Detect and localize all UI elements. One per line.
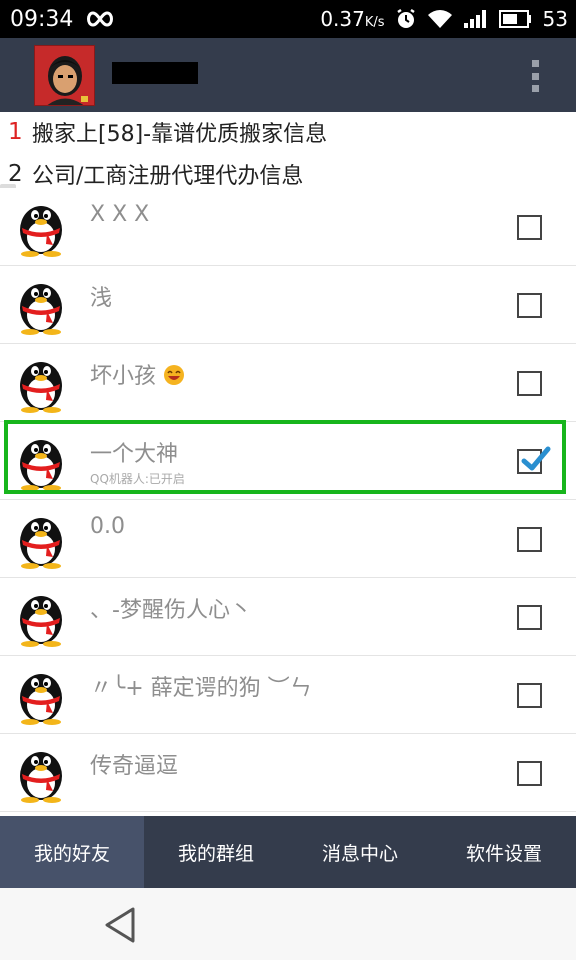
select-checkbox[interactable] [517, 605, 542, 630]
list-item[interactable]: 〃╰+ 薛定谔的狗 ︶ㄣ [0, 656, 576, 734]
robot-status: QQ机器人:已开启 [90, 472, 185, 486]
penguin-avatar-icon [20, 362, 62, 413]
select-checkbox[interactable] [517, 683, 542, 708]
penguin-avatar-icon [20, 752, 62, 803]
tab-my-groups[interactable]: 我的群组 [144, 816, 288, 888]
tab-message-center[interactable]: 消息中心 [288, 816, 432, 888]
list-item[interactable]: 传奇逼逗 [0, 734, 576, 812]
status-bar: 09:34 0.37K/s 53 [0, 0, 576, 38]
net-speed: 0.37K/s [320, 7, 384, 31]
alarm-clock-icon [395, 8, 417, 30]
tab-software-settings[interactable]: 软件设置 [432, 816, 576, 888]
select-checkbox[interactable] [517, 293, 542, 318]
back-triangle-icon[interactable] [103, 905, 137, 945]
overflow-menu-icon[interactable] [528, 60, 542, 92]
ad-text: 公司/工商注册代理代办信息 [32, 164, 304, 189]
contact-name: 传奇逼逗 [90, 754, 179, 779]
system-nav-bar [0, 888, 576, 960]
select-checkbox[interactable] [517, 761, 542, 786]
select-checkbox[interactable] [517, 527, 542, 552]
clock-text: 09:34 [10, 6, 74, 32]
penguin-avatar-icon [20, 674, 62, 725]
tab-my-friends[interactable]: 我的好友 [0, 816, 144, 888]
avatar[interactable] [34, 45, 95, 106]
net-speed-unit: K/s [364, 15, 385, 30]
contact-name: 一个大神 [90, 442, 179, 467]
penguin-avatar-icon [20, 518, 62, 569]
contact-name: 坏小孩 [90, 358, 185, 390]
penguin-avatar-icon [20, 440, 62, 491]
ad-list: 1 搬家上[58]-靠谱优质搬家信息 2 公司/工商注册代理代办信息 [0, 112, 576, 198]
list-item[interactable]: X X X [0, 188, 576, 266]
profile-name-redacted [112, 62, 198, 84]
contact-name: 、-梦醒伤人心丶 [90, 598, 252, 623]
ad-item[interactable]: 1 搬家上[58]-靠谱优质搬家信息 [8, 114, 327, 150]
penguin-avatar-icon [20, 596, 62, 647]
select-checkbox-checked[interactable] [517, 446, 551, 474]
ad-text: 搬家上[58]-靠谱优质搬家信息 [32, 122, 328, 147]
contact-name: 0.0 [90, 514, 125, 539]
contact-name: X X X [90, 202, 150, 227]
ad-item[interactable]: 2 公司/工商注册代理代办信息 [8, 156, 303, 192]
wifi-icon [427, 9, 453, 29]
list-item[interactable]: 浅 [0, 266, 576, 344]
app-bar [0, 38, 576, 112]
checkmark-icon [521, 446, 551, 471]
contact-list: X X X 浅 坏小孩 一个大神 QQ机器人:已开启 0.0 、-梦醒伤人心丶 … [0, 188, 576, 816]
bottom-tab-bar: 我的好友 我的群组 消息中心 软件设置 [0, 816, 576, 888]
select-checkbox[interactable] [517, 215, 542, 240]
smiling-face-emoji-icon [164, 365, 185, 385]
list-item[interactable]: 0.0 [0, 500, 576, 578]
contact-name: 〃╰+ 薛定谔的狗 ︶ㄣ [90, 676, 312, 701]
contact-name-text: 坏小孩 [90, 364, 157, 389]
ad-number: 1 [8, 119, 23, 145]
contact-name: 浅 [90, 286, 113, 311]
signal-bars-icon [463, 9, 489, 29]
infinity-icon [85, 10, 115, 28]
list-item[interactable]: 、-梦醒伤人心丶 [0, 578, 576, 656]
net-speed-value: 0.37 [320, 7, 365, 31]
list-item[interactable]: 坏小孩 [0, 344, 576, 422]
select-checkbox[interactable] [517, 371, 542, 396]
penguin-avatar-icon [20, 206, 62, 257]
battery-level: 53 [542, 7, 568, 31]
list-item[interactable]: 一个大神 QQ机器人:已开启 [0, 422, 576, 500]
battery-icon [498, 9, 533, 29]
penguin-avatar-icon [20, 284, 62, 335]
